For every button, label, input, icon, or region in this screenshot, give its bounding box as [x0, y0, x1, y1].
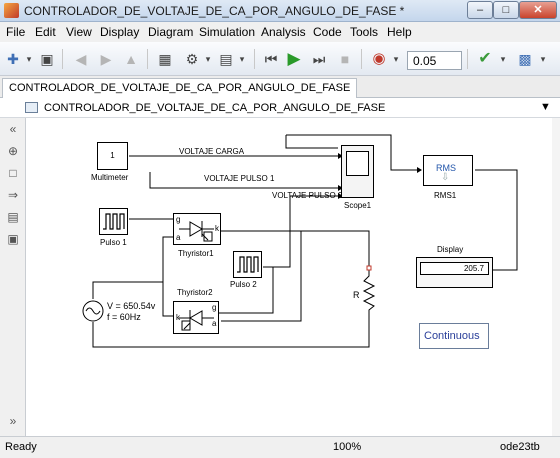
fit-view-icon[interactable]: □	[5, 166, 21, 180]
multimeter-block[interactable]: 1	[97, 142, 128, 170]
rms-arrow-icon: ⇩	[441, 172, 450, 183]
thyristor1-block[interactable]: g a k	[173, 213, 221, 245]
source-voltage-label: V = 650.54v	[107, 301, 156, 311]
arrow-right-icon[interactable]: ⇒	[5, 188, 21, 202]
signal-scope-input0	[285, 135, 338, 149]
toolbar: ✚ ▾ ▣ ◀ ▶ ▲ ▦ ⚙ ▾ ▤ ▾ ⏮ ▶ ⏭ ■ ◉ ▾ ✔ ▾ ▩ …	[0, 42, 560, 76]
model-advisor-check-icon[interactable]: ✔	[476, 50, 494, 68]
thyristor2-port-g: g	[212, 303, 217, 312]
hide-browser-icon[interactable]: «	[5, 122, 21, 136]
model-icon	[25, 102, 38, 113]
menu-view[interactable]: View	[66, 25, 92, 39]
wire-thy2-k	[162, 282, 173, 317]
tab-model[interactable]: CONTROLADOR_DE_VOLTAJE_DE_CA_POR_ANGULO_…	[2, 78, 358, 98]
left-palette: « ⊕ □ ⇒ ▤ ▣ »	[0, 118, 26, 436]
back-icon[interactable]: ◀	[72, 50, 90, 68]
stop-time-input[interactable]: 0.05	[407, 51, 462, 70]
display-title: Display	[437, 245, 464, 254]
title-bar: CONTROLADOR_DE_VOLTAJE_DE_CA_POR_ANGULO_…	[0, 0, 560, 22]
pulse2-block[interactable]	[233, 251, 262, 278]
save-icon[interactable]: ▣	[38, 50, 56, 68]
scope-screen-icon	[346, 151, 369, 176]
thyristor2-port-k: k	[176, 313, 180, 322]
scope-block[interactable]	[341, 145, 374, 198]
signal-label-voltaje-pulso2: VOLTAJE PULSO 2	[272, 191, 343, 200]
rms-block[interactable]: RMS ⇩	[423, 155, 473, 186]
scope-label: Scope1	[344, 201, 372, 210]
thyristor1-port-k: k	[215, 224, 219, 233]
chevron-down-icon[interactable]: ▼	[540, 101, 551, 113]
status-bar: Ready 100% ode23tb	[0, 436, 560, 458]
zoom-icon[interactable]: ⊕	[5, 144, 21, 158]
resistor-label: R	[353, 290, 360, 300]
resistor-symbol	[362, 268, 376, 318]
close-button[interactable]: ✕	[519, 1, 557, 19]
thyristor1-port-a: a	[176, 233, 181, 242]
menu-code[interactable]: Code	[313, 25, 342, 39]
image-icon[interactable]: ▣	[5, 232, 21, 246]
menu-diagram[interactable]: Diagram	[148, 25, 193, 39]
status-state: Ready	[5, 441, 37, 453]
signal-label-voltaje-carga: VOLTAJE CARGA	[179, 147, 245, 156]
breadcrumb: CONTROLADOR_DE_VOLTAJE_DE_CA_POR_ANGULO_…	[0, 98, 560, 118]
multimeter-label: Multimeter	[91, 173, 129, 182]
status-zoom: 100%	[333, 441, 362, 453]
explorer-dropdown-icon[interactable]: ▾	[233, 50, 251, 68]
pulse1-block[interactable]	[99, 208, 128, 235]
up-icon[interactable]: ▲	[122, 50, 140, 68]
menu-analysis[interactable]: Analysis	[261, 25, 306, 39]
breadcrumb-path[interactable]: CONTROLADOR_DE_VOLTAJE_DE_CA_POR_ANGULO_…	[44, 102, 385, 114]
thyristor1-port-g: g	[176, 215, 181, 224]
forward-icon[interactable]: ▶	[97, 50, 115, 68]
step-back-icon[interactable]: ⏮	[262, 50, 280, 68]
minimize-button[interactable]: –	[467, 1, 493, 19]
display-block[interactable]: 205.7	[416, 257, 493, 288]
signal-rms-to-display	[475, 169, 518, 271]
menu-edit[interactable]: Edit	[35, 25, 56, 39]
step-forward-icon[interactable]: ⏭	[310, 50, 328, 68]
rms-label: RMS1	[434, 191, 457, 200]
status-solver[interactable]: ode23tb	[500, 441, 540, 453]
menu-file[interactable]: File	[6, 25, 25, 39]
powergui-block[interactable]: Continuous	[419, 323, 489, 349]
expand-icon[interactable]: »	[5, 414, 21, 428]
record-icon[interactable]: ◉	[370, 50, 388, 68]
pulse2-label: Pulso 2	[230, 280, 257, 289]
tab-strip: CONTROLADOR_DE_VOLTAJE_DE_CA_POR_ANGULO_…	[0, 76, 560, 98]
menu-tools[interactable]: Tools	[350, 25, 378, 39]
advisor-dropdown-icon[interactable]: ▾	[494, 50, 512, 68]
stop-icon[interactable]: ■	[336, 50, 354, 68]
thyristor1-label: Thyristor1	[178, 249, 214, 258]
menu-bar: File Edit View Display Diagram Simulatio…	[0, 22, 560, 42]
menu-simulation[interactable]: Simulation	[199, 25, 255, 39]
display-value: 205.7	[420, 262, 489, 275]
settings-dropdown-icon[interactable]: ▾	[199, 50, 217, 68]
window-title: CONTROLADOR_DE_VOLTAJE_DE_CA_POR_ANGULO_…	[24, 4, 405, 18]
pulse1-label: Pulso 1	[100, 238, 127, 247]
inspector-dropdown-icon[interactable]: ▾	[534, 50, 552, 68]
wire-r-to-source	[92, 318, 370, 348]
menu-help[interactable]: Help	[387, 25, 412, 39]
model-canvas[interactable]: 1 Multimeter Pulso 1 g a k Thyristor1 Pu…	[27, 118, 560, 436]
thyristor2-label: Thyristor2	[177, 288, 213, 297]
thyristor2-block[interactable]: k g a	[173, 301, 219, 334]
run-icon[interactable]: ▶	[285, 50, 303, 68]
record-dropdown-icon[interactable]: ▾	[387, 50, 405, 68]
library-browser-icon[interactable]: ▦	[156, 50, 174, 68]
source-frequency-label: f = 60Hz	[107, 312, 141, 322]
thyristor2-port-a: a	[212, 319, 217, 328]
signal-label-voltaje-pulso1: VOLTAJE PULSO 1	[204, 174, 275, 183]
powergui-text: Continuous	[424, 330, 480, 342]
annotation-icon[interactable]: ▤	[5, 210, 21, 224]
vertical-scrollbar[interactable]	[552, 118, 560, 436]
new-dropdown-icon[interactable]: ▾	[20, 50, 38, 68]
maximize-button[interactable]: □	[493, 1, 519, 19]
data-inspector-icon[interactable]: ▩	[516, 50, 534, 68]
simulink-app-icon	[4, 3, 19, 18]
menu-display[interactable]: Display	[100, 25, 139, 39]
